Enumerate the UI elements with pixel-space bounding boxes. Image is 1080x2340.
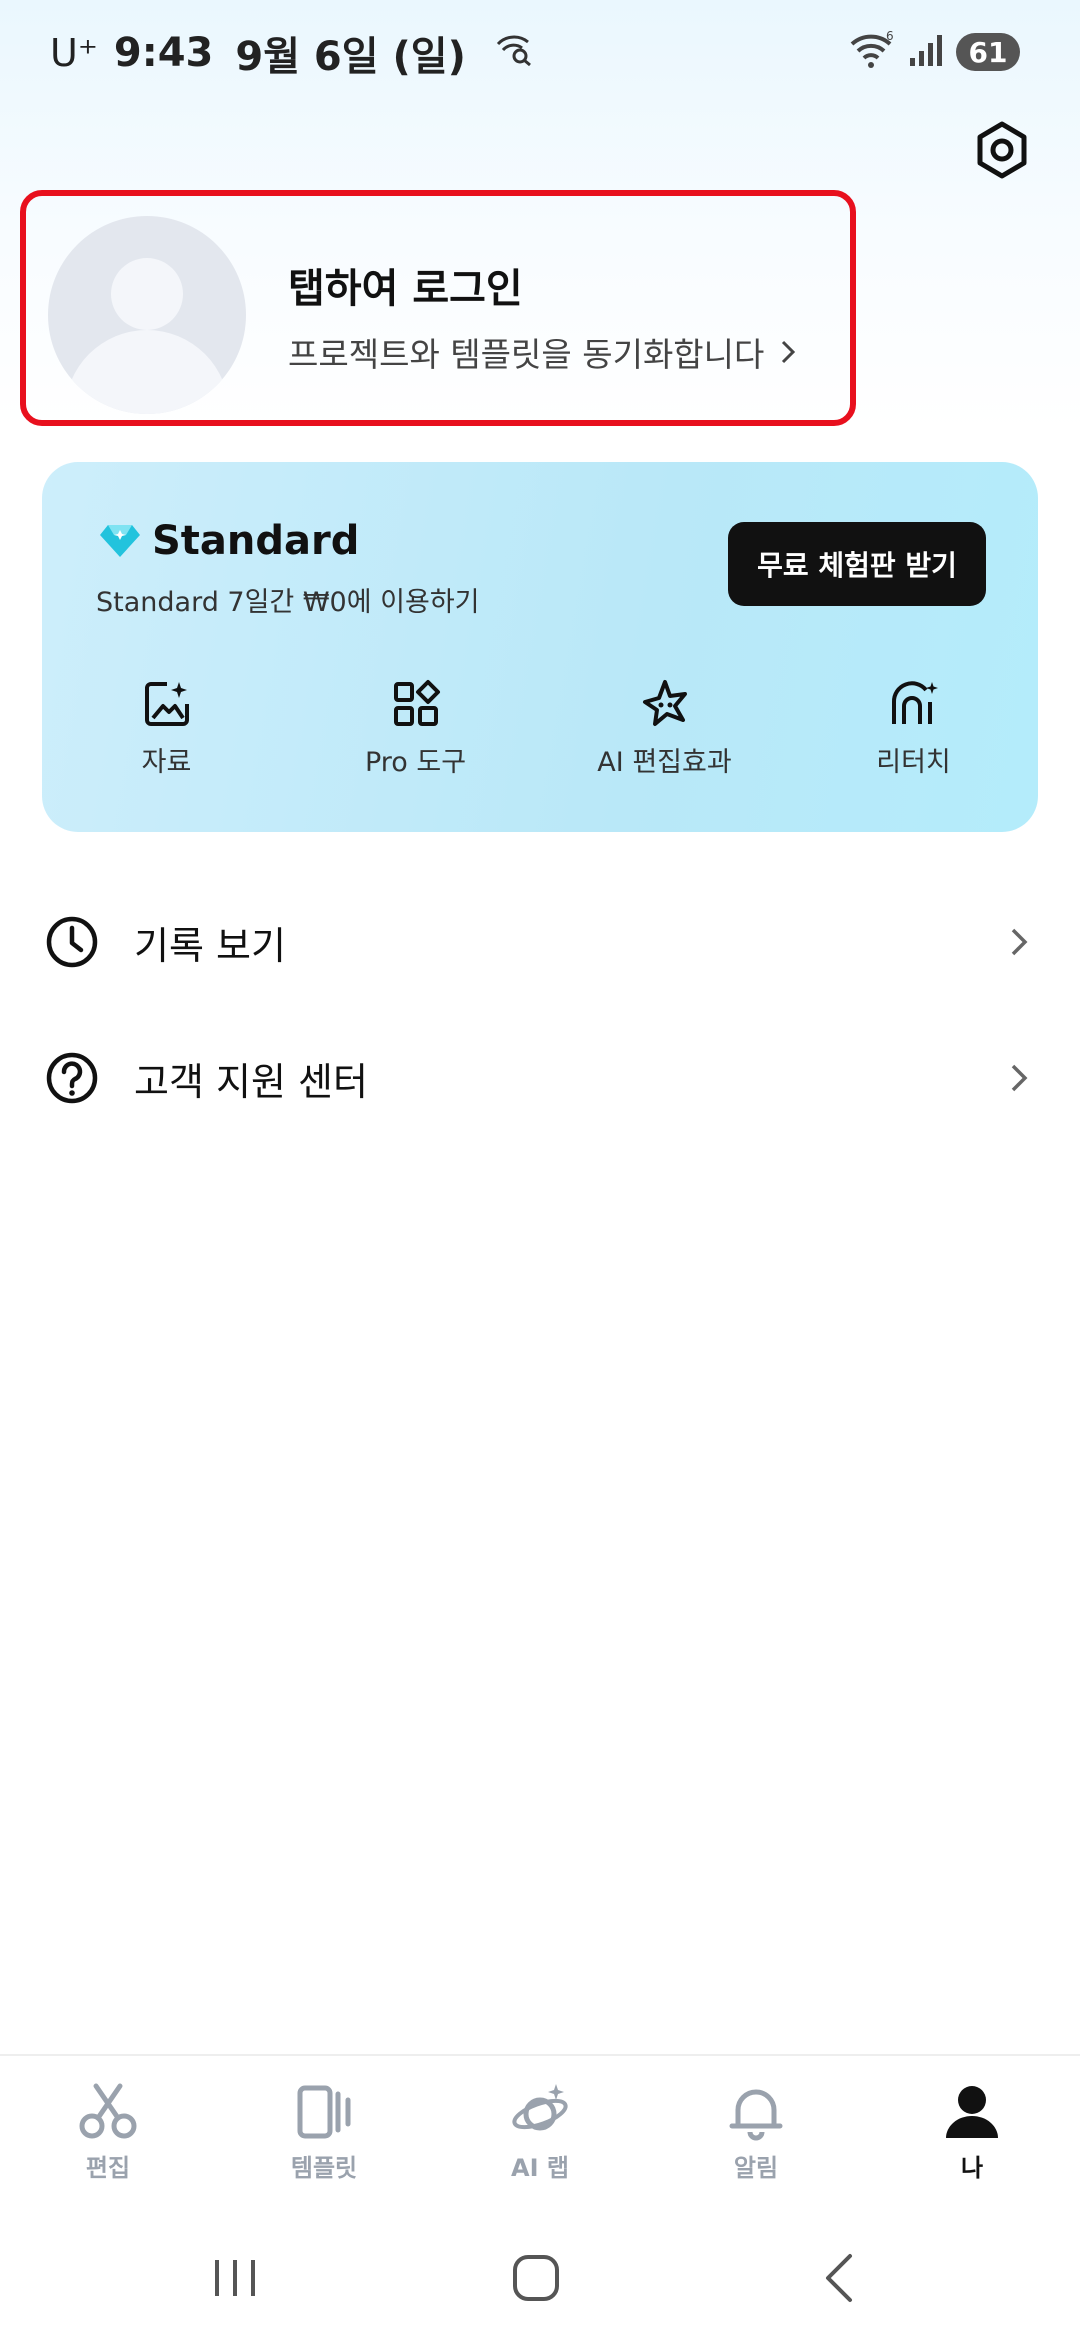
signal-icon (908, 32, 944, 72)
battery-indicator: 61 (956, 33, 1020, 71)
nav-tab-template[interactable]: 템플릿 (216, 2056, 432, 2204)
feature-label: AI 편집효과 (597, 747, 732, 778)
chevron-right-icon (1011, 1064, 1028, 1092)
standard-title-row: Standard (98, 518, 359, 564)
standard-plan-card: Standard Standard 7일간 ₩0에 이용하기 무료 체험판 받기… (42, 462, 1038, 832)
nav-label: 템플릿 (290, 2154, 358, 2182)
nav-tab-me[interactable]: 나 (864, 2056, 1080, 2204)
avatar (48, 216, 246, 414)
image-sparkle-icon (144, 682, 189, 726)
nav-tab-ai-lab[interactable]: AI 랩 (432, 2056, 648, 2204)
nav-tab-edit[interactable]: 편집 (0, 2056, 216, 2204)
grid-shapes-icon (393, 680, 440, 726)
feature-label: Pro 도구 (364, 747, 467, 778)
system-nav-bar (0, 2204, 1080, 2340)
status-left: U⁺ 9:43 9월 6일 (일) (50, 24, 534, 82)
clock-icon (46, 916, 98, 968)
profile-page: U⁺ 9:43 9월 6일 (일) 6 61 탭하여 로그인 프로젝트와 템플릿… (0, 0, 1080, 2340)
feature-item-materials[interactable]: 자료 (42, 678, 291, 788)
nav-label: AI 랩 (511, 2154, 569, 2182)
diamond-icon (100, 525, 140, 557)
login-subtitle-row: 프로젝트와 템플릿을 동기화합니다 (288, 328, 798, 376)
chevron-right-icon (1011, 928, 1028, 956)
retouch-icon (891, 681, 938, 724)
chevron-right-icon (782, 340, 796, 364)
status-right: 6 61 (848, 29, 1020, 74)
status-bar: U⁺ 9:43 9월 6일 (일) 6 61 (0, 0, 1080, 100)
ai-effect-icon (642, 680, 687, 726)
bottom-nav: 편집 템플릿 AI 랩 알림 나 (0, 2054, 1080, 2204)
login-card[interactable]: 탭하여 로그인 프로젝트와 템플릿을 동기화합니다 (20, 190, 856, 426)
bell-icon (729, 2089, 783, 2141)
nav-label: 알림 (733, 2154, 779, 2182)
gear-icon (977, 121, 1027, 179)
free-trial-button[interactable]: 무료 체험판 받기 (728, 522, 986, 606)
menu-item-support[interactable]: 고객 지원 센터 (0, 1018, 1080, 1138)
login-subtitle: 프로젝트와 템플릿을 동기화합니다 (288, 335, 765, 374)
scissors-icon (79, 2083, 137, 2139)
standard-title: Standard (152, 518, 360, 564)
home-icon[interactable] (506, 2248, 566, 2308)
standard-subtitle: Standard 7일간 ₩0에 이용하기 (96, 587, 480, 618)
nav-label: 편집 (85, 2154, 131, 2182)
feature-item-retouch[interactable]: 리터치 (789, 678, 1038, 788)
feature-item-ai-effects[interactable]: AI 편집효과 (540, 678, 789, 788)
menu-label: 기록 보기 (134, 923, 286, 968)
wifi-icon: 6 (848, 29, 896, 74)
recent-apps-icon[interactable] (205, 2248, 265, 2308)
template-icon (297, 2085, 351, 2139)
menu-item-history[interactable]: 기록 보기 (0, 882, 1080, 1002)
carrier-label: U⁺ (50, 31, 98, 75)
ai-lab-icon (512, 2084, 568, 2131)
hotspot-search-icon (494, 30, 534, 76)
feature-label: 리터치 (876, 747, 951, 778)
feature-label: 자료 (141, 747, 192, 778)
nav-label: 나 (960, 2154, 984, 2182)
status-time: 9:43 (113, 30, 214, 76)
feature-list: 자료 Pro 도구 AI 편집효과 리터치 (42, 678, 1038, 788)
nav-tab-notifications[interactable]: 알림 (648, 2056, 864, 2204)
question-icon (46, 1052, 98, 1104)
menu-label: 고객 지원 센터 (134, 1059, 368, 1104)
status-date: 9월 6일 (일) (235, 34, 466, 80)
person-icon (946, 2086, 998, 2138)
back-icon[interactable] (810, 2248, 870, 2308)
svg-text:6: 6 (886, 30, 894, 43)
feature-item-pro-tools[interactable]: Pro 도구 (291, 678, 540, 788)
settings-button[interactable] (970, 118, 1034, 182)
login-title: 탭하여 로그인 (288, 266, 523, 312)
